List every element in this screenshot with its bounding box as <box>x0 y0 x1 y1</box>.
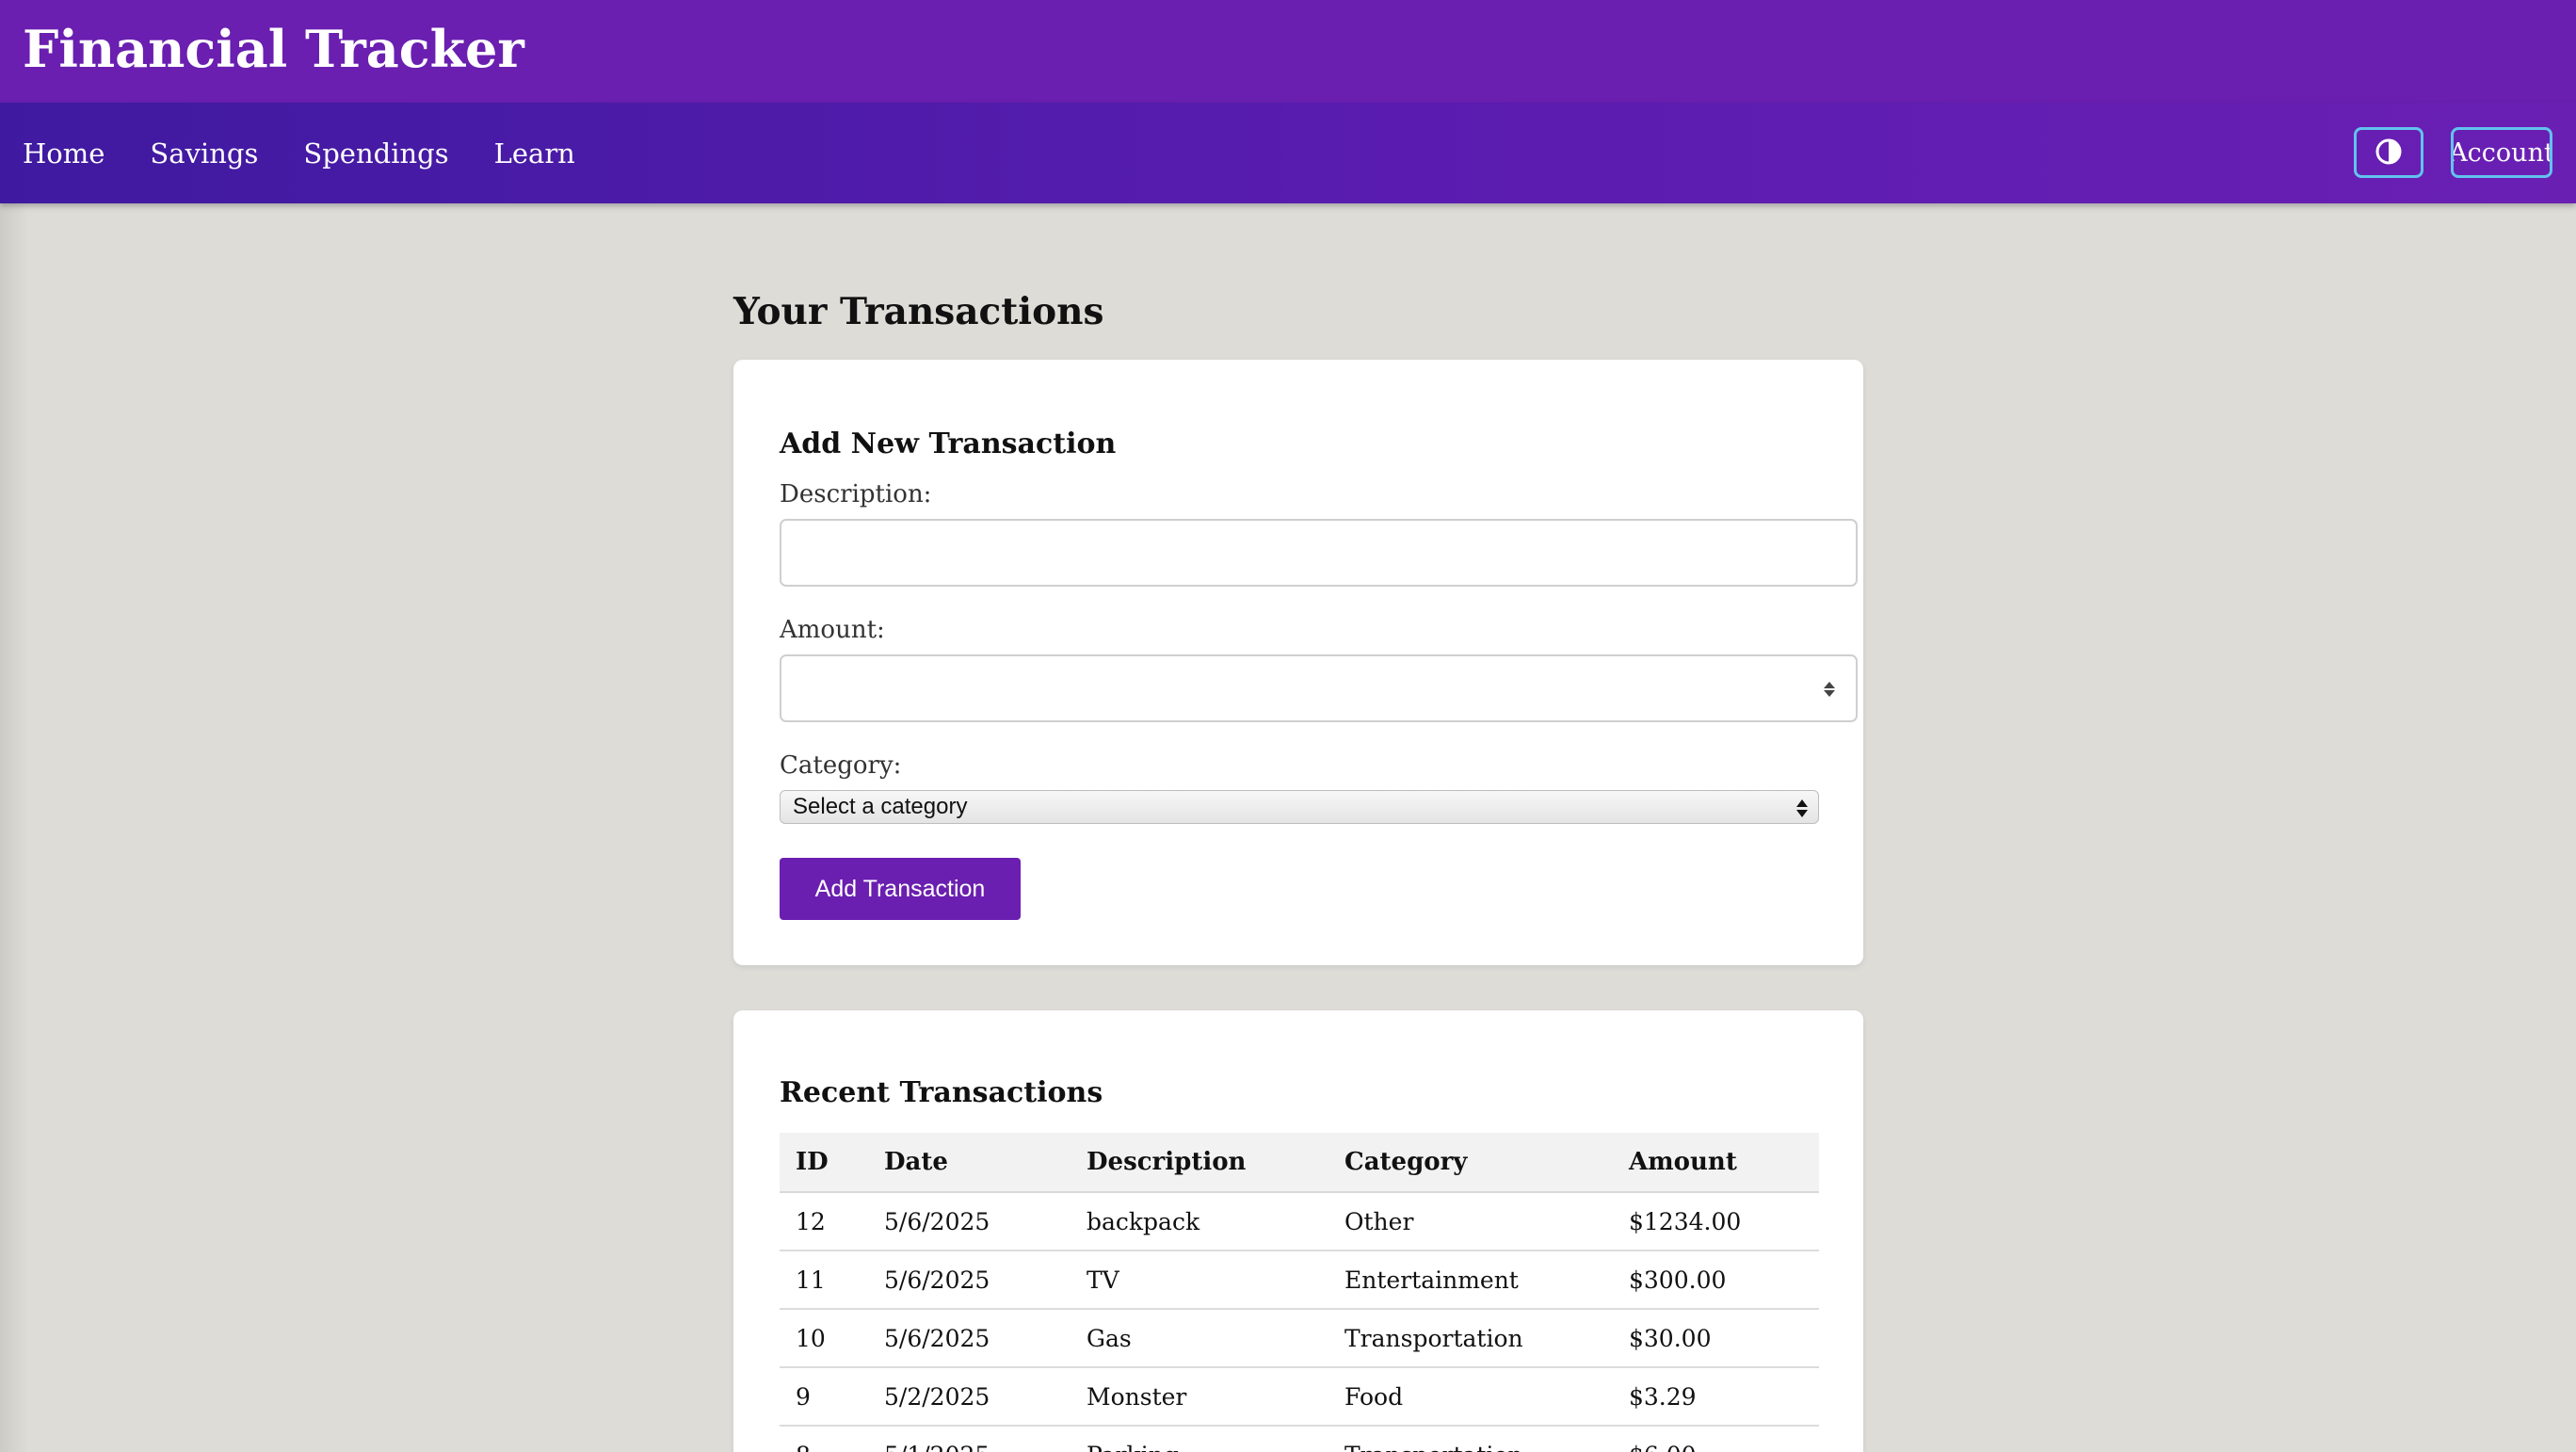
cell-amount: $3.29 <box>1613 1367 1819 1427</box>
select-arrows-icon <box>1795 797 1809 819</box>
cell-id: 10 <box>780 1309 868 1368</box>
recent-transactions-title: Recent Transactions <box>780 1076 1103 1109</box>
column-header-id: ID <box>780 1133 868 1193</box>
app-title: Financial Tracker <box>23 19 524 79</box>
cell-date: 5/6/2025 <box>868 1192 1071 1251</box>
description-input[interactable] <box>780 519 1858 587</box>
app-page: Financial Tracker Home Savings Spendings… <box>0 0 2576 1452</box>
cell-amount: $300.00 <box>1613 1250 1819 1310</box>
cell-id: 9 <box>780 1367 868 1427</box>
cell-amount: $6.00 <box>1613 1426 1819 1452</box>
amount-label: Amount: <box>780 616 885 644</box>
left-shadow <box>0 203 28 1452</box>
theme-toggle-button[interactable] <box>2354 127 2423 178</box>
cell-category: Transportation <box>1328 1309 1613 1368</box>
cell-category: Other <box>1328 1192 1613 1251</box>
cell-category: Food <box>1328 1367 1613 1427</box>
table-row: 12 5/6/2025 backpack Other $1234.00 <box>780 1192 1819 1251</box>
cell-date: 5/2/2025 <box>868 1367 1071 1427</box>
cell-id: 8 <box>780 1426 868 1452</box>
category-select-value: Select a category <box>793 794 968 819</box>
app-header: Financial Tracker <box>0 0 2576 103</box>
column-header-category: Category <box>1328 1133 1613 1193</box>
table-row: 9 5/2/2025 Monster Food $3.29 <box>780 1367 1819 1427</box>
cell-description: TV <box>1071 1250 1328 1310</box>
column-header-date: Date <box>868 1133 1071 1193</box>
cell-description: backpack <box>1071 1192 1328 1251</box>
main-nav: Home Savings Spendings Learn <box>0 103 2576 203</box>
contrast-icon <box>2375 137 2403 169</box>
column-header-amount: Amount <box>1613 1133 1819 1193</box>
nav-links: Home Savings Spendings Learn <box>23 103 575 203</box>
cell-category: Entertainment <box>1328 1250 1613 1310</box>
cell-date: 5/6/2025 <box>868 1309 1071 1368</box>
cell-description: Monster <box>1071 1367 1328 1427</box>
spinner-down-icon <box>1824 690 1835 697</box>
nav-link-learn[interactable]: Learn <box>494 137 575 169</box>
cell-id: 12 <box>780 1192 868 1251</box>
table-row: 11 5/6/2025 TV Entertainment $300.00 <box>780 1250 1819 1310</box>
add-transaction-card: Add New Transaction Description: Amount:… <box>733 360 1863 965</box>
cell-category: Transportation <box>1328 1426 1613 1452</box>
spinner-up-icon <box>1824 682 1835 688</box>
description-label: Description: <box>780 480 932 508</box>
nav-link-home[interactable]: Home <box>23 137 105 169</box>
cell-amount: $1234.00 <box>1613 1192 1819 1251</box>
cell-description: Parking <box>1071 1426 1328 1452</box>
cell-date: 5/6/2025 <box>868 1250 1071 1310</box>
cell-date: 5/1/2025 <box>868 1426 1071 1452</box>
table-row: 10 5/6/2025 Gas Transportation $30.00 <box>780 1309 1819 1368</box>
cell-id: 11 <box>780 1250 868 1310</box>
column-header-description: Description <box>1071 1133 1328 1193</box>
category-label: Category: <box>780 751 902 780</box>
add-transaction-title: Add New Transaction <box>780 428 1117 460</box>
table-row: 8 5/1/2025 Parking Transportation $6.00 <box>780 1426 1819 1452</box>
category-select[interactable]: Select a category <box>780 790 1819 824</box>
add-transaction-button[interactable]: Add Transaction <box>780 858 1021 920</box>
nav-link-spendings[interactable]: Spendings <box>303 137 448 169</box>
page-heading: Your Transactions <box>733 290 1104 333</box>
transactions-table: ID Date Description Category Amount 12 5… <box>780 1133 1819 1452</box>
cell-amount: $30.00 <box>1613 1309 1819 1368</box>
amount-input[interactable] <box>780 654 1858 722</box>
number-spinner[interactable] <box>1822 675 1837 703</box>
nav-link-savings[interactable]: Savings <box>150 137 258 169</box>
cell-description: Gas <box>1071 1309 1328 1368</box>
recent-transactions-card: Recent Transactions ID Date Description … <box>733 1010 1863 1452</box>
table-header-row: ID Date Description Category Amount <box>780 1133 1819 1193</box>
account-button[interactable]: Account <box>2451 127 2552 178</box>
